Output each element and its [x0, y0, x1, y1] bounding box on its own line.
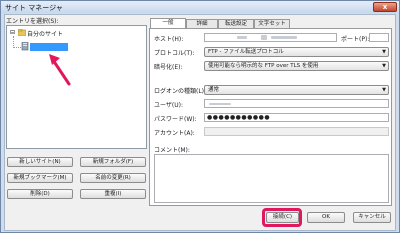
site-tree[interactable]: ⊟ 自分のサイト	[6, 25, 147, 149]
site-icon	[21, 42, 29, 51]
port-label: ポート(P):	[341, 36, 370, 43]
password-input[interactable]: ●●●●●●●●●●●	[204, 113, 389, 122]
logon-type-select[interactable]: 通常 ▼	[204, 85, 389, 95]
tree-root-label[interactable]: 自分のサイト	[27, 29, 63, 38]
host-input[interactable]	[204, 33, 337, 42]
user-label: ユーザ(U):	[154, 102, 183, 109]
new-site-button[interactable]: 新しいサイト(N)	[7, 157, 73, 167]
new-folder-button[interactable]: 新規フォルダ(F)	[80, 157, 146, 167]
comment-textarea[interactable]	[154, 154, 389, 203]
account-input	[204, 127, 389, 136]
tab-advanced[interactable]: 詳細	[186, 19, 218, 28]
new-bookmark-button[interactable]: 新規ブックマーク(M)	[7, 173, 73, 183]
account-label: アカウント(A):	[154, 130, 195, 137]
delete-button[interactable]: 削除(D)	[7, 189, 73, 199]
title-bar[interactable]: サイト マネージャ x	[1, 1, 399, 13]
folder-icon	[18, 29, 26, 36]
cancel-button[interactable]: キャンセル	[353, 212, 391, 223]
chevron-down-icon: ▼	[382, 63, 386, 69]
protocol-label: プロトコル(T):	[154, 50, 195, 57]
comment-label: コメント(M):	[154, 147, 190, 154]
selected-site-item[interactable]	[30, 43, 68, 51]
rename-button[interactable]: 名前の変更(R)	[80, 173, 146, 183]
tab-transfer-settings[interactable]: 転送設定	[218, 19, 254, 28]
host-label: ホスト(H):	[154, 36, 184, 43]
site-manager-window: サイト マネージャ x エントリを選択(S): ⊟ 自分のサイト 新しいサイト(…	[0, 0, 400, 233]
password-label: パスワード(W):	[154, 116, 197, 123]
user-input[interactable]	[204, 99, 389, 108]
chevron-down-icon: ▼	[382, 49, 386, 55]
chevron-down-icon: ▼	[382, 87, 386, 93]
entry-select-label: エントリを選択(S):	[6, 18, 59, 25]
encryption-select[interactable]: 使用可能なら明示的な FTP over TLS を使用 ▼	[204, 61, 389, 71]
ok-button[interactable]: OK	[307, 212, 345, 223]
logon-type-value: 通常	[208, 87, 220, 93]
duplicate-button[interactable]: 重複(I)	[80, 189, 146, 199]
close-button[interactable]: x	[373, 2, 397, 12]
tab-charset[interactable]: 文字セット	[254, 19, 290, 28]
logon-type-label: ログオンの種類(L):	[154, 88, 207, 95]
encryption-label: 暗号化(E):	[154, 64, 183, 71]
port-input[interactable]	[369, 33, 389, 42]
annotation-arrow-icon	[49, 54, 71, 86]
tree-expand-icon[interactable]: ⊟	[10, 29, 15, 36]
encryption-value: 使用可能なら明示的な FTP over TLS を使用	[208, 63, 319, 69]
protocol-value: FTP - ファイル転送プロトコル	[208, 49, 284, 55]
connect-highlight	[262, 208, 302, 227]
protocol-select[interactable]: FTP - ファイル転送プロトコル ▼	[204, 47, 389, 57]
window-title: サイト マネージャ	[5, 4, 63, 12]
